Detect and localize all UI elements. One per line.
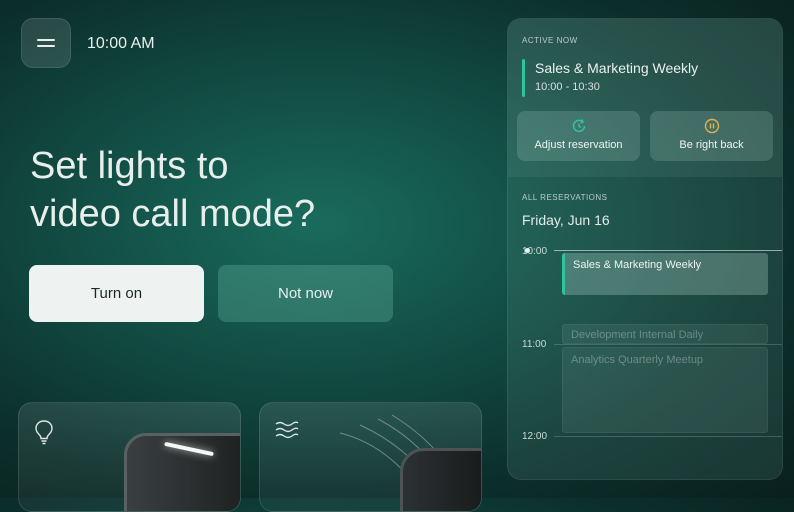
lightbulb-icon [35,420,53,445]
headline-line-2: video call mode? [30,193,316,235]
climate-card[interactable] [259,402,482,512]
active-meeting-title: Sales & Marketing Weekly [535,60,699,76]
vent-illustration [400,448,481,511]
reservations-date: Friday, Jun 16 [522,212,610,228]
reservations-panel: ACTIVE NOW Sales & Marketing Weekly 10:0… [507,18,783,480]
reservation-sales-marketing[interactable]: Sales & Marketing Weekly [562,253,768,295]
active-meeting-time: 10:00 - 10:30 [535,81,600,93]
be-right-back-button[interactable]: Be right back [650,111,773,161]
time-tick-11: 11:00 [522,339,547,350]
be-right-back-label: Be right back [679,139,744,151]
active-now-label: ACTIVE NOW [522,36,578,45]
prompt-headline: Set lights to video call mode? [30,142,450,238]
clock: 10:00 AM [87,35,155,52]
refresh-clock-icon [572,119,585,133]
hour-line-11 [554,344,782,345]
pause-circle-icon [704,118,719,134]
menu-button[interactable] [21,18,71,68]
hour-line-12 [554,436,782,437]
all-reservations-label: ALL RESERVATIONS [522,193,608,202]
reservation-development-daily[interactable]: Development Internal Daily [562,324,768,344]
headline-line-1: Set lights to [30,145,229,187]
adjust-reservation-label: Adjust reservation [534,139,623,151]
hamburger-icon [37,38,55,48]
active-accent-bar [522,59,525,97]
time-tick-12: 12:00 [522,431,548,442]
current-time-line [554,250,782,251]
lights-card[interactable] [18,402,241,512]
current-time-dot [525,248,530,253]
not-now-button[interactable]: Not now [218,265,393,322]
adjust-reservation-button[interactable]: Adjust reservation [517,111,640,161]
reservation-analytics-quarterly[interactable]: Analytics Quarterly Meetup [562,347,768,433]
turn-on-button[interactable]: Turn on [29,265,204,322]
